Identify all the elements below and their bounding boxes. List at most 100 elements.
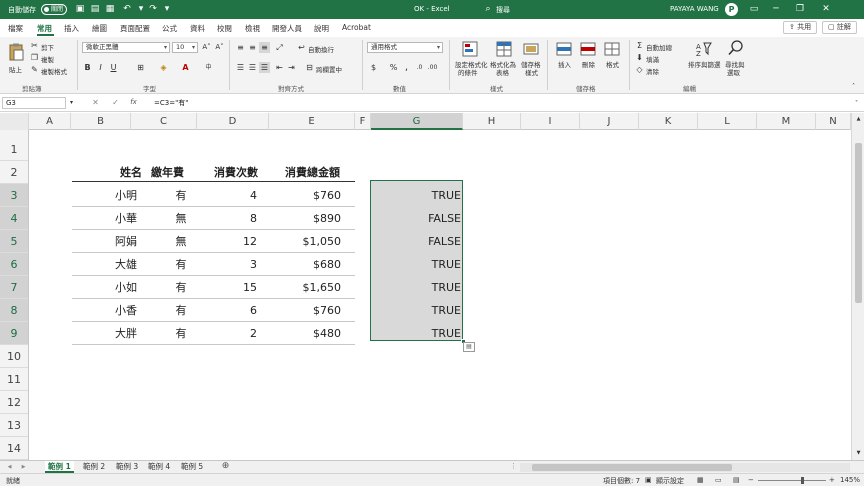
grow-font-icon[interactable]: A˄ xyxy=(201,42,212,53)
merge-center-button[interactable]: 跨欄置中 xyxy=(316,64,342,74)
formula-input[interactable]: =C3="有" xyxy=(152,97,852,109)
scroll-down-icon[interactable]: ▼ xyxy=(853,448,864,459)
column-header[interactable]: L xyxy=(698,113,757,130)
scroll-up-icon[interactable]: ▲ xyxy=(853,114,864,125)
sort-filter-icon[interactable]: AZ xyxy=(696,41,712,57)
shrink-font-icon[interactable]: A˅ xyxy=(214,42,225,53)
find-select-label-2[interactable]: 選取 xyxy=(727,67,740,77)
delete-cells-icon[interactable] xyxy=(580,41,596,57)
zoom-out-icon[interactable]: − xyxy=(748,476,754,484)
row-header-selected[interactable]: 3 xyxy=(0,184,28,207)
tab-split-icon[interactable]: ⋮ xyxy=(508,461,519,472)
column-header[interactable]: I xyxy=(521,113,580,130)
align-left-icon[interactable]: ☰ xyxy=(235,62,246,73)
wrap-text-icon[interactable]: ↩ xyxy=(296,42,307,53)
zoom-in-icon[interactable]: + xyxy=(829,476,835,484)
font-size-select[interactable]: 10 xyxy=(172,42,198,53)
cell-count[interactable]: 4 xyxy=(209,184,257,207)
tab-page-layout[interactable]: 頁面配置 xyxy=(120,23,150,34)
row-header[interactable]: 1 xyxy=(0,138,28,161)
column-header[interactable]: H xyxy=(463,113,521,130)
column-header[interactable]: B xyxy=(71,113,131,130)
sheet-tab-1[interactable]: 範例 1 xyxy=(45,461,74,473)
sheet-tab-2[interactable]: 範例 2 xyxy=(80,461,108,473)
normal-view-icon[interactable]: ▦ xyxy=(697,476,704,484)
row-header[interactable]: 14 xyxy=(0,437,28,460)
copy-icon[interactable]: ❐ xyxy=(29,52,40,63)
cell-result[interactable]: FALSE xyxy=(374,230,461,253)
cell-amount[interactable]: $1,050 xyxy=(281,230,342,253)
column-header[interactable]: J xyxy=(580,113,639,130)
save-icon[interactable]: ▣ xyxy=(74,3,86,15)
column-header[interactable]: E xyxy=(269,113,355,130)
delete-cells-button[interactable]: 刪除 xyxy=(582,59,595,69)
customize-toolbar-icon[interactable]: ▾ xyxy=(161,3,173,15)
comma-style-icon[interactable]: , xyxy=(401,62,412,73)
cell-name[interactable]: 小華 xyxy=(106,207,146,230)
bold-icon[interactable]: B xyxy=(82,62,93,73)
percent-icon[interactable]: % xyxy=(388,62,399,73)
format-painter-icon[interactable]: ✎ xyxy=(29,64,40,75)
cell-name[interactable]: 大胖 xyxy=(106,322,146,345)
row-header[interactable]: 11 xyxy=(0,368,28,391)
cell-result[interactable]: TRUE xyxy=(374,276,461,299)
zoom-level[interactable]: 145% xyxy=(840,476,860,484)
fill-color-icon[interactable]: ◈ xyxy=(158,62,169,73)
share-button[interactable]: ⇪ 共用 xyxy=(783,21,818,34)
search-icon[interactable]: ⌕ xyxy=(482,3,494,15)
column-header[interactable]: D xyxy=(197,113,269,130)
autosum-icon[interactable]: Σ xyxy=(634,40,645,51)
cut-icon[interactable]: ✂ xyxy=(29,40,40,51)
row-header-selected[interactable]: 5 xyxy=(0,230,28,253)
clear-button[interactable]: 清除 xyxy=(646,66,659,76)
cell-fee[interactable]: 無 xyxy=(161,207,201,230)
page-layout-view-icon[interactable]: ▭ xyxy=(715,476,722,484)
next-sheet-icon[interactable]: ▶ xyxy=(18,462,29,473)
cell-count[interactable]: 12 xyxy=(209,230,257,253)
count-readout[interactable]: 項目個數: 7 xyxy=(603,476,640,486)
cell-styles-label-2[interactable]: 樣式 xyxy=(525,67,538,77)
zoom-slider-thumb[interactable] xyxy=(801,477,804,484)
italic-icon[interactable]: I xyxy=(95,62,106,73)
prev-sheet-icon[interactable]: ◀ xyxy=(4,462,15,473)
cell-result[interactable]: FALSE xyxy=(374,207,461,230)
tab-help[interactable]: 說明 xyxy=(314,23,329,34)
row-header[interactable]: 10 xyxy=(0,345,28,368)
find-select-icon[interactable] xyxy=(728,40,744,56)
cell-amount[interactable]: $760 xyxy=(281,184,341,207)
redo-icon[interactable]: ↷ xyxy=(147,3,159,15)
phonetic-icon[interactable]: 中 xyxy=(203,62,214,73)
paste-label[interactable]: 貼上 xyxy=(9,64,22,74)
cell-fee[interactable]: 無 xyxy=(161,230,201,253)
clear-icon[interactable]: ◇ xyxy=(634,64,645,75)
expand-formula-bar-icon[interactable]: ˅ xyxy=(851,98,862,109)
cell-amount[interactable]: $890 xyxy=(281,207,341,230)
row-header-selected[interactable]: 6 xyxy=(0,253,28,276)
row-header-selected[interactable]: 4 xyxy=(0,207,28,230)
cell-result[interactable]: TRUE xyxy=(374,299,461,322)
currency-icon[interactable]: $ xyxy=(368,62,379,73)
name-box-dropdown-icon[interactable]: ▾ xyxy=(66,97,77,108)
conditional-formatting-icon[interactable] xyxy=(462,41,478,57)
fill-icon[interactable]: ⬇ xyxy=(634,52,645,63)
format-as-table-icon[interactable] xyxy=(496,41,512,57)
cell-count[interactable]: 6 xyxy=(209,299,257,322)
column-header[interactable]: C xyxy=(131,113,197,130)
restore-icon[interactable]: ❐ xyxy=(792,2,808,16)
cell-fee[interactable]: 有 xyxy=(161,184,201,207)
row-header[interactable]: 12 xyxy=(0,391,28,414)
cell-count[interactable]: 2 xyxy=(209,322,257,345)
merge-center-icon[interactable]: ⊟ xyxy=(304,62,315,73)
cell-fee[interactable]: 有 xyxy=(161,253,201,276)
quick-analysis-icon[interactable]: ▤ xyxy=(463,342,475,352)
fill-button[interactable]: 填滿 xyxy=(646,54,659,64)
cell-count[interactable]: 8 xyxy=(209,207,257,230)
column-header[interactable]: K xyxy=(639,113,698,130)
ribbon-display-icon[interactable]: ▭ xyxy=(746,2,762,16)
tab-draw[interactable]: 繪圖 xyxy=(92,23,107,34)
cell-result[interactable]: TRUE xyxy=(374,322,461,345)
collapse-ribbon-icon[interactable]: ˄ xyxy=(848,81,859,92)
enter-icon[interactable]: ✓ xyxy=(110,97,121,108)
row-header-selected[interactable]: 7 xyxy=(0,276,28,299)
cell-amount[interactable]: $680 xyxy=(281,253,341,276)
